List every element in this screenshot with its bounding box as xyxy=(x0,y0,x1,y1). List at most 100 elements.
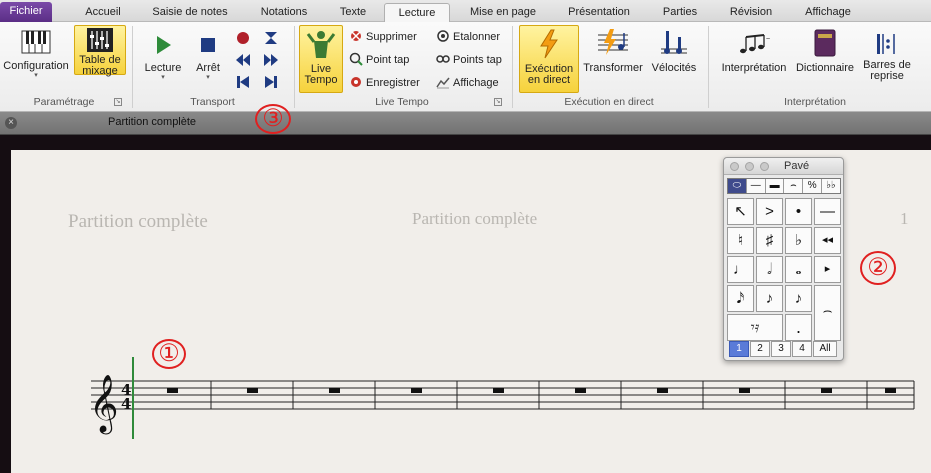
points-tap-button[interactable]: Points tap xyxy=(436,51,502,69)
tab-revision[interactable]: Révision xyxy=(718,3,784,22)
lecture-label: Lecture xyxy=(144,62,182,74)
interpretation-notes-icon: ~ xyxy=(740,34,770,54)
affichage-label: Affichage xyxy=(453,77,499,89)
keypad-layout-tabs: ⬭ — ▬ ⌢ % ♭♭ xyxy=(727,178,841,194)
keypad-key-eighth-note[interactable]: ♪ xyxy=(785,285,812,312)
lecture-button[interactable]: Lecture ▾ xyxy=(140,25,186,85)
keypad-key-arrow[interactable]: ↖ xyxy=(727,198,754,225)
keypad-key-half-note[interactable]: 𝅗𝅥 xyxy=(756,256,783,283)
keypad-key-flat[interactable]: ♭ xyxy=(785,227,812,254)
group-title-live-tempo: Live Tempo xyxy=(375,96,429,108)
tab-presentation[interactable]: Présentation xyxy=(557,3,641,22)
chevron-down-icon: ▾ xyxy=(34,72,38,79)
dialog-launcher-icon[interactable]: ↘ xyxy=(114,98,122,106)
keypad-layer-1[interactable]: 1 xyxy=(729,341,749,357)
record-icon[interactable] xyxy=(235,30,251,46)
tab-parties[interactable]: Parties xyxy=(652,3,708,22)
keypad-key-staccato[interactable]: • xyxy=(785,198,812,225)
tab-texte[interactable]: Texte xyxy=(326,3,380,22)
keypad-key-rest[interactable]: 𝄾𝄿 xyxy=(727,314,783,341)
record-tap-icon xyxy=(351,77,361,87)
keypad-panel: Pavé ⬭ — ▬ ⌢ % ♭♭ ↖ > • — ♮ ♯ ♭ ◂◂ ♩ 𝅗𝅥 𝅝… xyxy=(723,157,844,361)
close-icon[interactable]: × xyxy=(5,117,17,129)
point-tap-label: Point tap xyxy=(366,54,410,66)
tab-fichier[interactable]: Fichier xyxy=(0,2,52,22)
supprimer-button[interactable]: Supprimer xyxy=(349,28,417,46)
document-title: Partition complète xyxy=(108,116,197,128)
keypad-layout-tab-common[interactable]: ⬭ xyxy=(728,179,747,193)
dictionary-book-icon xyxy=(814,29,836,57)
keypad-key-sixteenth-note-alt[interactable]: ♪ xyxy=(756,285,783,312)
transformer-label: Transformer xyxy=(583,62,643,74)
transform-notes-icon xyxy=(598,29,628,55)
go-to-end-icon[interactable] xyxy=(263,74,279,90)
table-de-mixage-label-2: mixage xyxy=(82,65,118,77)
velocites-label: Vélocités xyxy=(651,62,697,74)
interpretation-label: Interprétation xyxy=(721,62,787,74)
keypad-key-forward[interactable]: ▸ xyxy=(814,256,841,283)
go-to-start-icon[interactable] xyxy=(235,74,251,90)
tab-lecture[interactable]: Lecture xyxy=(384,3,450,22)
conductor-icon xyxy=(306,31,336,58)
keypad-layout-tab-accidentals[interactable]: ♭♭ xyxy=(822,179,840,193)
point-tap-button[interactable]: Point tap xyxy=(349,51,409,69)
group-divider xyxy=(132,26,133,108)
tempo-display-icon xyxy=(436,77,450,89)
keypad-key-whole-note[interactable]: 𝅝 xyxy=(785,256,812,283)
ribbon: Configuration ▾ Table de mixage Paramétr… xyxy=(0,22,931,112)
barres-de-reprise-button[interactable]: Barres de reprise xyxy=(860,25,914,93)
tab-accueil[interactable]: Accueil xyxy=(70,3,136,22)
keypad-key-back[interactable]: ◂◂ xyxy=(814,227,841,254)
keypad-key-tie[interactable]: ⌢ xyxy=(814,285,841,341)
tab-saisie-de-notes[interactable]: Saisie de notes xyxy=(140,3,240,22)
keypad-layer-3[interactable]: 3 xyxy=(771,341,791,357)
keypad-key-tenuto[interactable]: — xyxy=(814,198,841,225)
keypad-key-sharp[interactable]: ♯ xyxy=(756,227,783,254)
keypad-key-natural[interactable]: ♮ xyxy=(727,227,754,254)
arret-button[interactable]: Arrêt ▾ xyxy=(188,25,228,85)
keypad-key-quarter-note[interactable]: ♩ xyxy=(727,256,754,283)
dictionnaire-button[interactable]: Dictionnaire xyxy=(792,25,858,85)
affichage-button[interactable]: Affichage xyxy=(436,74,499,92)
rewind-icon[interactable] xyxy=(235,52,251,68)
enregistrer-button[interactable]: Enregistrer xyxy=(349,74,420,92)
mixer-icon xyxy=(87,28,113,52)
keypad-layer-all[interactable]: All xyxy=(813,341,837,357)
move-playback-line-icon[interactable] xyxy=(263,30,279,46)
group-divider xyxy=(512,26,513,108)
repeat-barline-icon xyxy=(877,34,895,54)
keypad-key-sixteenth-note[interactable]: 𝅘𝅥𝅯 xyxy=(727,285,754,312)
transformer-button[interactable]: Transformer xyxy=(582,25,644,85)
live-tempo-button[interactable]: Live Tempo xyxy=(299,25,343,93)
callout-badge-2: ② xyxy=(860,251,896,285)
ribbon-tab-bar: Fichier Accueil Saisie de notes Notation… xyxy=(0,0,931,22)
dialog-launcher-icon[interactable]: ↘ xyxy=(494,98,502,106)
execution-en-direct-button[interactable]: Exécution en direct xyxy=(519,25,579,93)
fast-forward-icon[interactable] xyxy=(263,52,279,68)
keypad-titlebar[interactable]: Pavé xyxy=(724,158,843,175)
keyboard-icon xyxy=(21,30,51,54)
tab-mise-en-page[interactable]: Mise en page xyxy=(458,3,548,22)
zoom-window-icon[interactable] xyxy=(760,162,769,171)
keypad-layer-2[interactable]: 2 xyxy=(750,341,770,357)
close-window-icon[interactable] xyxy=(730,162,739,171)
group-title-parametrage: Paramétrage xyxy=(33,96,95,108)
keypad-layout-tab-articulations[interactable]: ⌢ xyxy=(784,179,804,193)
configuration-button[interactable]: Configuration ▾ xyxy=(3,25,69,93)
keypad-layout-tab-beams[interactable]: ▬ xyxy=(766,179,785,193)
barres-de-reprise-label-2: reprise xyxy=(870,70,904,82)
tab-notations[interactable]: Notations xyxy=(247,3,321,22)
keypad-layout-tab-jazz[interactable]: % xyxy=(803,179,823,193)
minimize-window-icon[interactable] xyxy=(745,162,754,171)
keypad-layout-tab-more-notes[interactable]: — xyxy=(747,179,766,193)
keypad-key-accent[interactable]: > xyxy=(756,198,783,225)
velocites-button[interactable]: Vélocités xyxy=(648,25,700,85)
etalonner-button[interactable]: Etalonner xyxy=(436,28,500,46)
keypad-layer-4[interactable]: 4 xyxy=(792,341,812,357)
interpretation-button[interactable]: ~ Interprétation xyxy=(718,25,790,85)
keypad-title: Pavé xyxy=(784,160,810,172)
table-de-mixage-button[interactable]: Table de mixage xyxy=(74,25,126,77)
keypad-key-dot[interactable]: . xyxy=(785,314,812,341)
chevron-down-icon: ▾ xyxy=(161,74,165,81)
tab-affichage[interactable]: Affichage xyxy=(794,3,862,22)
